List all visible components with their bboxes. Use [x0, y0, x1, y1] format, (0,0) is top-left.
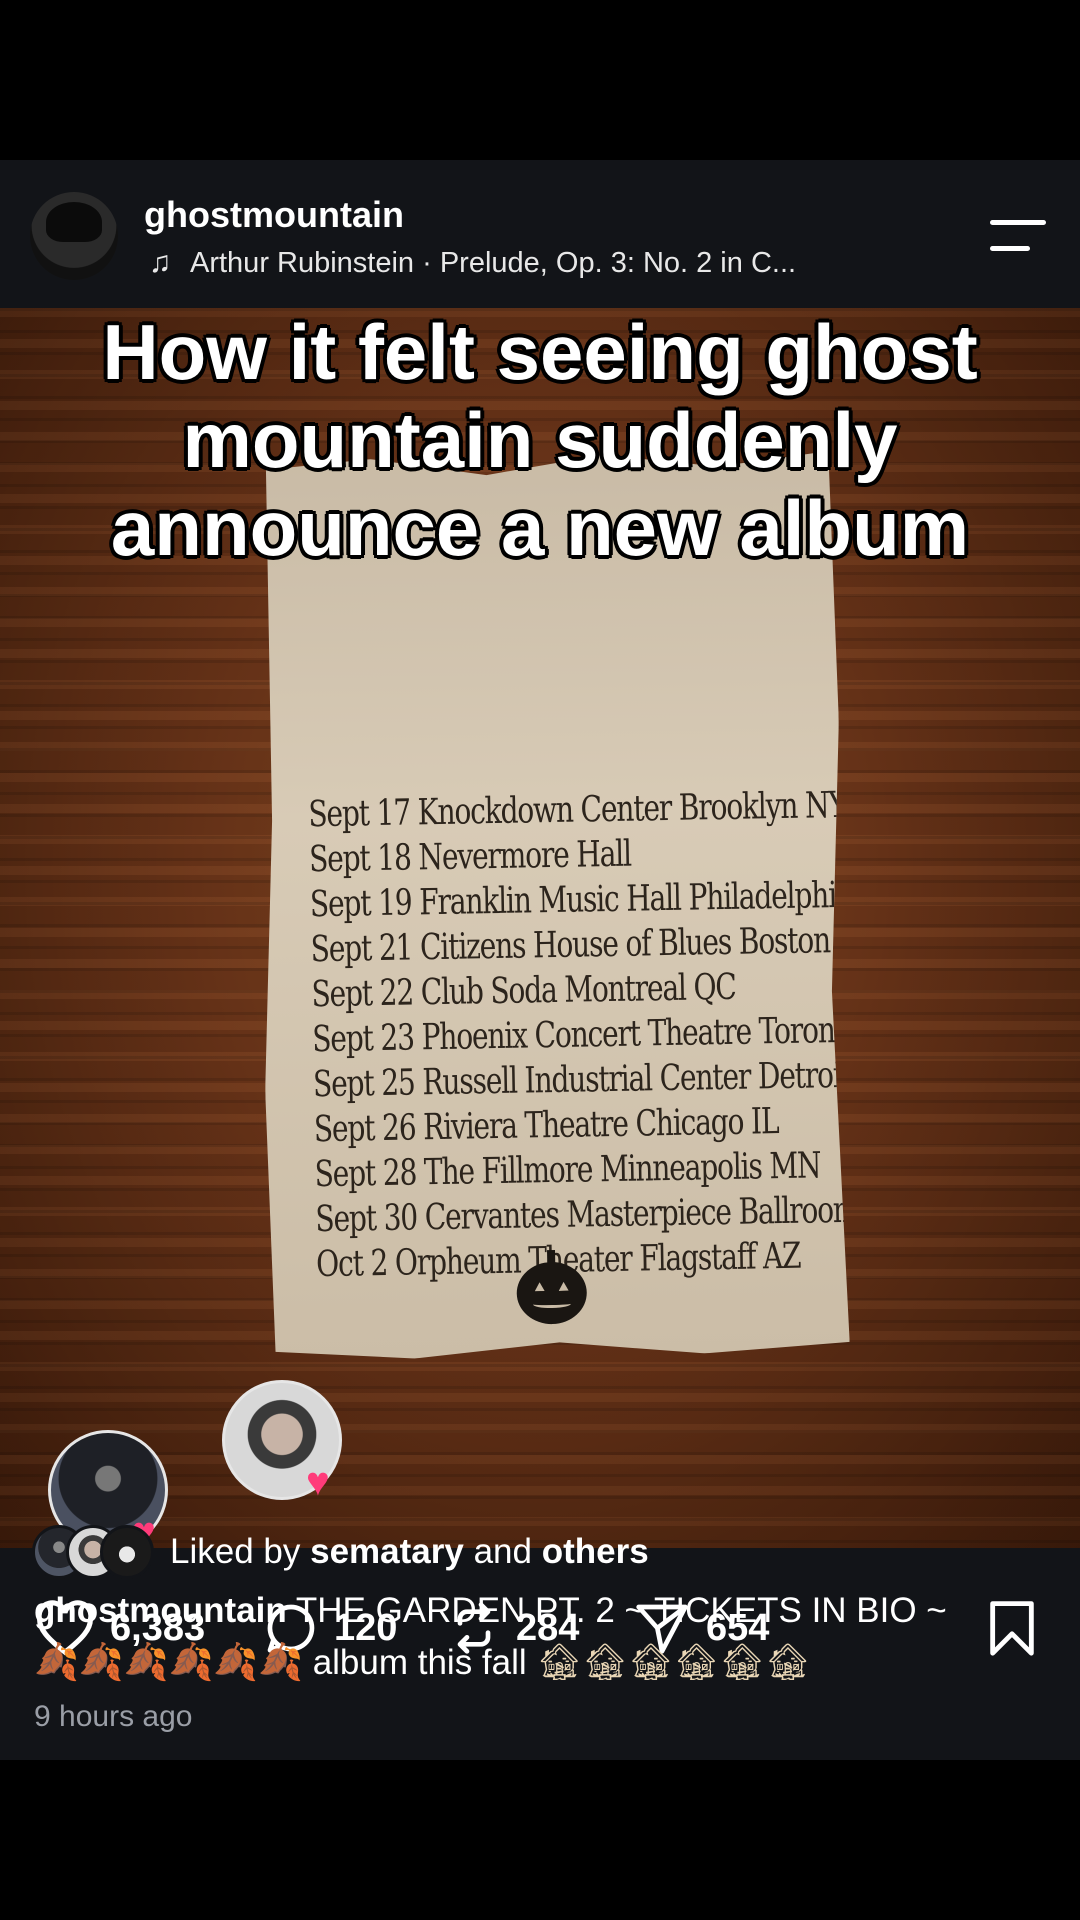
- avatar: [100, 1525, 154, 1579]
- menu-icon[interactable]: [990, 220, 1046, 254]
- music-info[interactable]: ♫ Arthur Rubinstein · Prelude, Op. 3: No…: [144, 246, 796, 280]
- tour-date-item: Sept 21 Citizens House of Blues Boston M…: [310, 919, 885, 971]
- tour-poster: Sept 17 Knockdown Center Brooklyn NY Sept…: [254, 451, 850, 1361]
- post-header: ghostmountain ♫ Arthur Rubinstein · Prel…: [0, 160, 1080, 308]
- liked-by-and: and: [473, 1532, 532, 1571]
- tour-date-item: Sept 18 Nevermore Hall: [308, 833, 632, 881]
- tour-date-list: Sept 17 Knockdown Center Brooklyn NY Sept…: [308, 783, 827, 1287]
- liked-by-text: Liked by sematary and others: [170, 1532, 649, 1572]
- caption-album-text: album this fall: [312, 1643, 527, 1682]
- post-caption: ghostmountain THE GARDEN PT. 2 ~ TICKETS…: [34, 1585, 1054, 1689]
- bottom-area: [0, 1760, 1080, 1920]
- avatar[interactable]: [30, 192, 118, 280]
- tour-date-item: Sept 23 Phoenix Concert Theatre Toronto …: [311, 1008, 914, 1061]
- liked-by-others[interactable]: others: [542, 1532, 649, 1571]
- house-icon: 🏚🏚🏚🏚🏚🏚: [536, 1642, 811, 1683]
- music-note-icon: ♫: [148, 246, 172, 279]
- post-card: ghostmountain ♫ Arthur Rubinstein · Prel…: [0, 160, 1080, 1760]
- pumpkin-icon: [516, 1261, 587, 1324]
- post-username[interactable]: ghostmountain: [144, 194, 404, 236]
- caption-username[interactable]: ghostmountain: [34, 1591, 287, 1630]
- fallen-leaf-icon: 🍂🍂🍂🍂🍂🍂: [34, 1642, 303, 1683]
- tour-date-item: Sept 22 Club Soda Montreal QC: [311, 966, 737, 1016]
- tour-date-item: Sept 26 Riviera Theatre Chicago IL: [313, 1101, 779, 1151]
- liked-by-row[interactable]: Liked by sematary and others: [32, 1522, 649, 1582]
- post-timestamp: 9 hours ago: [34, 1700, 193, 1733]
- caption-text: THE GARDEN PT. 2 ~ TICKETS IN BIO ~: [295, 1591, 947, 1630]
- tour-date-item: Oct 2 Orpheum Theater Flagstaff AZ: [315, 1235, 801, 1286]
- heart-icon: ♥: [306, 1460, 330, 1504]
- tour-date-item: Sept 19 Franklin Music Hall Philadelphia…: [309, 874, 894, 926]
- tour-date-item: Sept 25 Russell Industrial Center Detroi…: [312, 1054, 897, 1106]
- tour-date-item: Sept 17 Knockdown Center Brooklyn NY: [308, 784, 847, 836]
- music-title: Arthur Rubinstein · Prelude, Op. 3: No. …: [190, 246, 797, 279]
- status-area: [0, 0, 1080, 160]
- tour-date-item: Sept 30 Cervantes Masterpiece Ballroom D…: [315, 1187, 1013, 1241]
- post-media[interactable]: Sept 17 Knockdown Center Brooklyn NY Sept…: [0, 308, 1080, 1548]
- tour-date-item: Sept 28 The Fillmore Minneapolis MN: [314, 1145, 821, 1196]
- liked-by-prefix: Liked by: [170, 1532, 301, 1571]
- liked-by-user[interactable]: sematary: [310, 1532, 464, 1571]
- overlay-caption: How it felt seeing ghost mountain sudden…: [102, 308, 978, 572]
